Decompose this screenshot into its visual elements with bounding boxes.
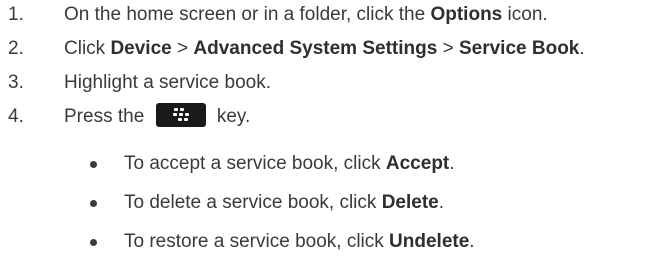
bullet-text: To restore a service book, click Undelet… — [124, 228, 475, 256]
step-number: 2. — [8, 38, 24, 59]
service-book-label: Service Book — [458, 38, 580, 59]
step-number: 4. — [8, 106, 24, 127]
step-text-part: icon. — [502, 4, 548, 25]
step-text-part: Click — [64, 38, 111, 59]
step-text: Highlight a service book. — [64, 72, 271, 93]
step-text-part: On the home screen or in a folder, click… — [64, 4, 431, 25]
bullet-icon — [90, 239, 97, 246]
path-separator: > — [437, 38, 459, 59]
step-text: Press the key. — [64, 103, 250, 131]
accept-label: Accept — [385, 153, 450, 174]
bullet-icon — [90, 200, 97, 207]
bullet-text-part: . — [469, 231, 475, 252]
step-number: 1. — [8, 4, 24, 25]
options-label: Options — [430, 4, 503, 25]
step-text-part: key. — [211, 106, 251, 127]
bullet-text: To accept a service book, click Accept. — [124, 150, 455, 178]
step-number: 3. — [8, 72, 24, 93]
bullet-text-part: To delete a service book, click — [124, 192, 382, 213]
step-text-part: Press the — [64, 106, 150, 127]
step-text-part: . — [579, 38, 585, 59]
path-separator: > — [171, 38, 194, 59]
device-label: Device — [110, 38, 172, 59]
bullet-text-part: . — [449, 153, 455, 174]
bullet-icon — [90, 161, 97, 168]
delete-label: Delete — [381, 192, 439, 213]
bullet-text: To delete a service book, click Delete. — [124, 189, 444, 217]
advanced-system-settings-label: Advanced System Settings — [193, 38, 438, 59]
step-text: Click Device > Advanced System Settings … — [64, 35, 585, 63]
undelete-label: Undelete — [389, 231, 470, 252]
instruction-page: 1. On the home screen or in a folder, cl… — [0, 0, 664, 276]
blackberry-menu-key-icon — [155, 103, 206, 128]
step-text: On the home screen or in a folder, click… — [64, 1, 548, 29]
bullet-text-part: To restore a service book, click — [124, 231, 390, 252]
bullet-text-part: To accept a service book, click — [124, 153, 386, 174]
bullet-text-part: . — [438, 192, 444, 213]
